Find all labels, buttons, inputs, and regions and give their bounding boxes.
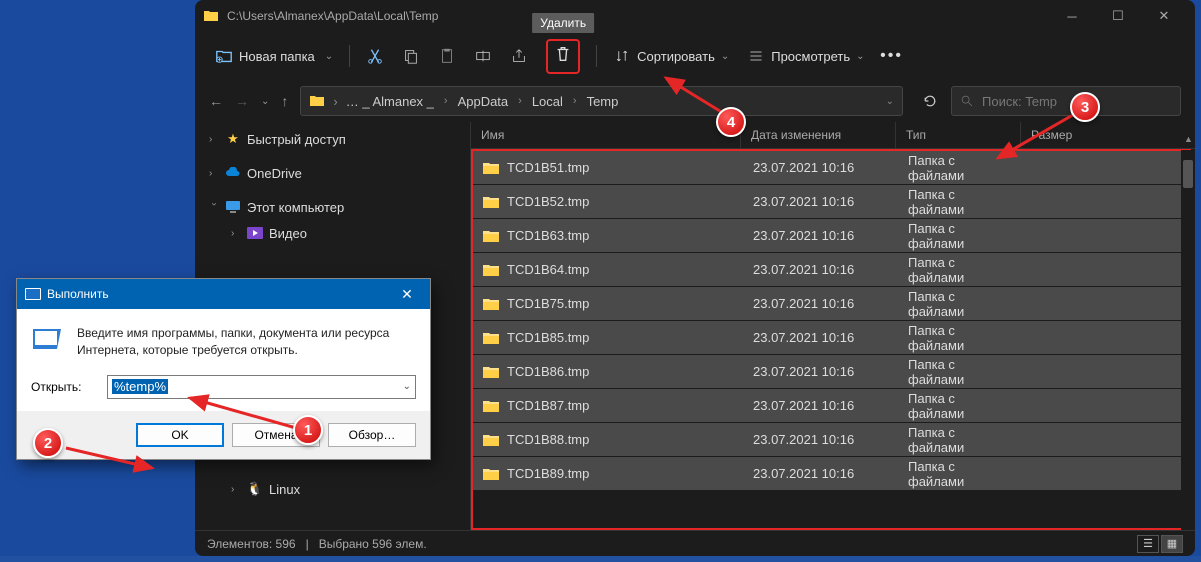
copy-icon[interactable] [402,47,420,65]
folder-icon [483,399,499,412]
folder-icon [483,195,499,208]
col-type[interactable]: Тип [896,122,1021,148]
status-bar: Элементов: 596 | Выбрано 596 элем. ☰ ▦ [195,530,1195,556]
run-description: Введите имя программы, папки, документа … [77,325,416,359]
table-row[interactable]: TCD1B87.tmp23.07.2021 10:16Папка с файла… [473,389,1189,423]
delete-tooltip: Удалить [532,13,594,33]
annotation-badge-3: 3 [1070,92,1100,122]
status-count: Элементов: 596 [207,537,296,551]
view-details-button[interactable]: ☰ [1137,535,1159,553]
column-headers: Имя⌃ Дата изменения Тип Размер [471,122,1195,149]
file-list: Имя⌃ Дата изменения Тип Размер TCD1B51.t… [471,122,1195,530]
refresh-button[interactable] [915,86,945,116]
breadcrumb-2[interactable]: Local [532,94,563,109]
more-icon[interactable]: ••• [883,47,901,65]
sidebar-item-this-pc[interactable]: › Этот компьютер [195,194,470,220]
table-row[interactable]: TCD1B52.tmp23.07.2021 10:16Папка с файла… [473,185,1189,219]
paste-icon[interactable] [438,47,456,65]
forward-button[interactable]: → [235,93,249,109]
back-button[interactable]: ← [209,93,223,109]
new-folder-button[interactable]: Новая папка ⌄ [215,47,333,65]
search-input[interactable]: Поиск: Temp [951,86,1181,116]
table-row[interactable]: TCD1B51.tmp23.07.2021 10:16Папка с файла… [473,151,1189,185]
toolbar: Новая папка ⌄ Удалить Сортировать ⌄ [195,32,1195,80]
folder-icon [483,331,499,344]
breadcrumb-0[interactable]: … _ Almanex _ [346,94,434,109]
sort-button[interactable]: Сортировать ⌄ [613,47,729,65]
status-selected: Выбрано 596 элем. [319,537,427,551]
nav-bar: ← → ⌄ ↑ › … _ Almanex _› AppData› Local›… [195,80,1195,122]
table-row[interactable]: TCD1B75.tmp23.07.2021 10:16Папка с файла… [473,287,1189,321]
pc-icon [225,199,241,215]
share-icon[interactable] [510,47,528,65]
table-row[interactable]: TCD1B63.tmp23.07.2021 10:16Папка с файла… [473,219,1189,253]
rename-icon[interactable] [474,47,492,65]
linux-icon: 🐧 [247,481,263,497]
folder-icon [483,467,499,480]
sidebar-item-linux[interactable]: › 🐧 Linux [195,476,470,502]
run-browse-button[interactable]: Обзор… [328,423,416,447]
chevron-down-icon: ⌄ [856,51,864,62]
breadcrumb-3[interactable]: Temp [587,94,619,109]
search-placeholder: Поиск: Temp [982,94,1057,109]
annotation-badge-1: 1 [293,415,323,445]
minimize-button[interactable]: ─ [1049,0,1095,32]
view-button[interactable]: Просмотреть ⌄ [747,47,864,65]
table-row[interactable]: TCD1B88.tmp23.07.2021 10:16Папка с файла… [473,423,1189,457]
run-titlebar: Выполнить ✕ [17,279,430,309]
scrollbar-thumb[interactable] [1183,160,1193,188]
chevron-down-icon[interactable]: ⌄ [403,381,411,392]
cloud-icon [225,165,241,181]
annotation-badge-4: 4 [716,107,746,137]
run-open-label: Открыть: [31,380,97,394]
run-ok-button[interactable]: OK [136,423,224,447]
new-folder-icon [215,47,233,65]
close-button[interactable]: ✕ [1141,0,1187,32]
chevron-down-icon: ⌄ [721,51,729,62]
col-date[interactable]: Дата изменения [741,122,896,148]
window-title: C:\Users\Almanex\AppData\Local\Temp [227,9,438,23]
col-size[interactable]: Размер [1021,122,1121,148]
chevron-down-icon: ⌄ [325,51,333,62]
run-dialog: Выполнить ✕ Введите имя программы, папки… [16,278,431,460]
delete-button[interactable]: Удалить [546,39,580,74]
sidebar-item-quick-access[interactable]: › ★ Быстрый доступ [195,126,470,152]
folder-icon [309,93,325,109]
run-icon [25,288,41,300]
up-button[interactable]: ↑ [281,93,288,109]
sidebar-item-onedrive[interactable]: › OneDrive [195,160,470,186]
address-bar[interactable]: › … _ Almanex _› AppData› Local› Temp ⌄ [300,86,903,116]
folder-icon [483,297,499,310]
table-row[interactable]: TCD1B89.tmp23.07.2021 10:16Папка с файла… [473,457,1189,491]
run-close-button[interactable]: ✕ [392,286,422,303]
view-icon [747,47,765,65]
folder-icon [483,161,499,174]
table-row[interactable]: TCD1B86.tmp23.07.2021 10:16Папка с файла… [473,355,1189,389]
table-row[interactable]: TCD1B85.tmp23.07.2021 10:16Папка с файла… [473,321,1189,355]
breadcrumb-1[interactable]: AppData [458,94,509,109]
sort-icon [613,47,631,65]
address-chevron-icon[interactable]: ⌄ [886,96,894,107]
folder-icon [483,433,499,446]
folder-icon [483,229,499,242]
titlebar: C:\Users\Almanex\AppData\Local\Temp ─ ☐ … [195,0,1195,32]
folder-icon [203,8,219,24]
folder-icon [483,365,499,378]
recent-button[interactable]: ⌄ [261,96,269,107]
sidebar-item-video[interactable]: › Видео [195,220,470,246]
star-icon: ★ [225,131,241,147]
run-input[interactable]: %temp% ⌄ [107,375,416,399]
scrollbar[interactable]: ▲ [1181,150,1195,530]
video-icon [247,225,263,241]
col-name[interactable]: Имя⌃ [471,122,741,148]
view-icons-button[interactable]: ▦ [1161,535,1183,553]
folder-icon [483,263,499,276]
cut-icon[interactable] [366,47,384,65]
run-input-value: %temp% [112,379,168,394]
maximize-button[interactable]: ☐ [1095,0,1141,32]
annotation-badge-2: 2 [33,428,63,458]
search-icon [960,94,974,108]
table-row[interactable]: TCD1B64.tmp23.07.2021 10:16Папка с файла… [473,253,1189,287]
run-app-icon [31,325,63,353]
